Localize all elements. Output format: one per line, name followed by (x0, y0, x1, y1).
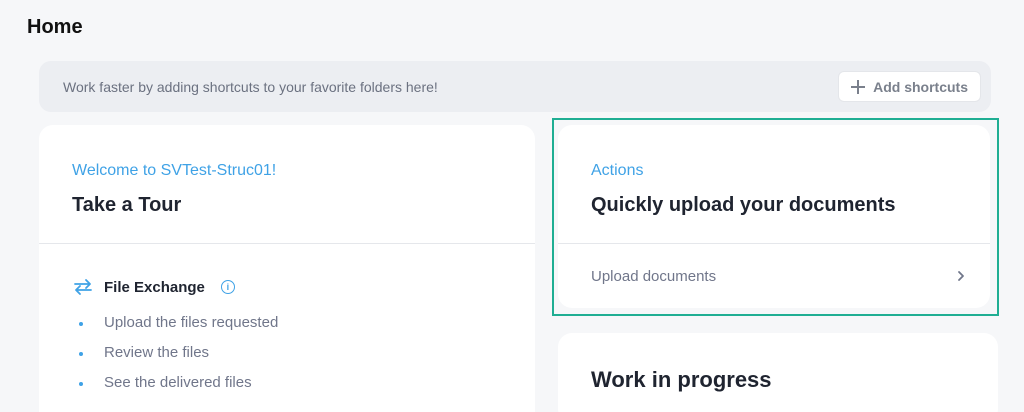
wip-heading: Work in progress (591, 367, 772, 392)
file-exchange-list: Upload the files requested Review the fi… (79, 314, 278, 404)
list-item: See the delivered files (79, 374, 278, 404)
chevron-right-icon (958, 271, 964, 281)
tour-heading[interactable]: Take a Tour (72, 194, 181, 217)
add-shortcuts-label: Add shortcuts (873, 78, 968, 95)
swap-arrows-icon (74, 279, 92, 295)
upload-documents-label: Upload documents (591, 267, 717, 285)
actions-card: Actions Quickly upload your documents Up… (558, 125, 990, 308)
welcome-text: Welcome to SVTest-Struc01! (72, 162, 277, 179)
home-page: Home Work faster by adding shortcuts to … (0, 0, 1024, 412)
tour-card: Welcome to SVTest-Struc01! Take a Tour F… (39, 125, 535, 412)
divider (39, 243, 535, 244)
file-exchange-title: File Exchange (104, 278, 205, 296)
info-icon[interactable]: i (220, 280, 235, 294)
page-title: Home (27, 16, 83, 38)
upload-documents-link[interactable]: Upload documents (558, 245, 990, 307)
work-in-progress-card: Work in progress (558, 333, 998, 412)
plus-icon (851, 79, 866, 94)
actions-label: Actions (591, 162, 644, 179)
list-item: Upload the files requested (79, 314, 278, 344)
divider (558, 243, 990, 244)
file-exchange-header: File Exchange i (72, 277, 235, 297)
shortcuts-hint: Work faster by adding shortcuts to your … (63, 79, 438, 95)
add-shortcuts-button[interactable]: Add shortcuts (838, 71, 981, 102)
list-item: Review the files (79, 344, 278, 374)
shortcuts-bar: Work faster by adding shortcuts to your … (39, 61, 991, 112)
actions-heading: Quickly upload your documents (591, 194, 896, 216)
